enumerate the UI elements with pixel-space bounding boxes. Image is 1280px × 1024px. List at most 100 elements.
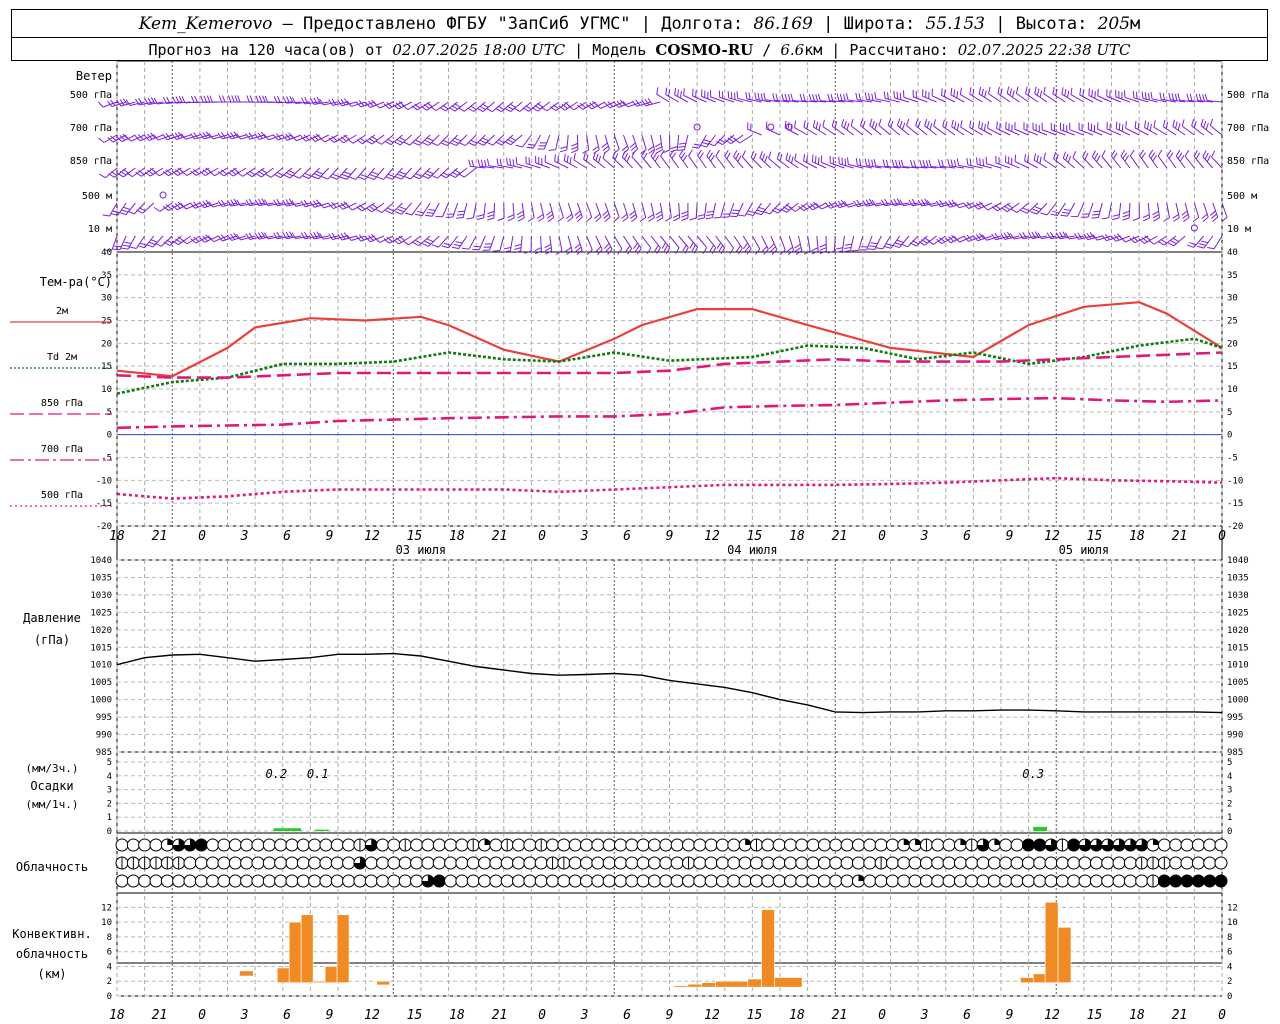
wind-barb-feather <box>1084 153 1089 160</box>
wind-barb <box>504 134 523 146</box>
wind-barb <box>864 92 882 103</box>
cloud-symbol-circle <box>466 856 480 870</box>
temp-ytick-left: -10 <box>96 476 112 486</box>
wind-barb-feather <box>661 242 667 249</box>
wind-barb-feather <box>1009 88 1013 96</box>
cloud-symbol <box>874 874 888 888</box>
wind-barb <box>655 202 664 222</box>
wind-barb-feather <box>1191 119 1195 127</box>
cloud-symbol <box>512 874 526 888</box>
temp-ytick-right: 15 <box>1227 362 1238 372</box>
cloud-symbol-circle <box>863 874 877 888</box>
wind-barb-feather <box>655 142 662 148</box>
cloud-symbol-circle <box>1203 856 1217 870</box>
wind-barb <box>524 235 532 254</box>
wind-barb-feather <box>706 149 712 157</box>
hour-tick-label-top: 3 <box>580 529 589 544</box>
wind-barb-shaft <box>887 124 901 136</box>
wind-barb-feather <box>953 159 957 167</box>
precip-ytick-right: 1 <box>1227 813 1232 823</box>
wind-barb-feather <box>665 87 668 95</box>
wind-barb-feather <box>1184 149 1190 157</box>
wind-barb-feather <box>1175 121 1178 129</box>
wind-barb <box>660 149 670 169</box>
wind-barb-feather <box>402 240 410 246</box>
wind-barb-feather <box>893 90 895 98</box>
cloud-symbol-circle <box>693 856 707 870</box>
hour-tick-label-bottom: 18 <box>1129 1008 1145 1023</box>
cloud-symbol <box>659 838 673 852</box>
wind-barb <box>859 235 873 251</box>
cloud-symbol-circle <box>727 856 741 870</box>
cloud-symbol-circle <box>1067 856 1081 870</box>
wind-barb-feather <box>396 139 404 144</box>
wind-barb-shaft <box>860 125 873 136</box>
cloud-symbol <box>478 838 492 852</box>
cloud-symbol <box>1089 874 1103 888</box>
conv-title-2: облачность <box>16 947 88 961</box>
wind-barb-shaft <box>1175 155 1186 169</box>
cloud-symbol <box>625 874 639 888</box>
cloud-symbol-circle <box>512 838 526 852</box>
cloud-symbol <box>262 856 276 870</box>
wind-barb-feather <box>1121 124 1124 132</box>
wind-barb-feather <box>1209 118 1214 126</box>
wind-barb-feather <box>154 242 162 247</box>
wind-barb-feather <box>818 123 821 131</box>
wind-barb-shaft <box>558 202 564 218</box>
wind-barb-feather <box>682 244 687 252</box>
cloud-symbol <box>840 874 854 888</box>
cloud-symbol <box>1089 838 1103 852</box>
cloud-symbol <box>897 856 911 870</box>
cloud-symbol-circle <box>704 874 718 888</box>
hour-tick-label-bottom: 0 <box>538 1008 546 1023</box>
cloud-symbol-full <box>1203 875 1216 887</box>
wind-barb-feather <box>595 216 602 223</box>
cloud-symbol <box>1010 838 1024 852</box>
wind-barb-feather <box>469 105 477 110</box>
wind-barb-feather <box>368 137 375 143</box>
temp-legend-label: Td 2м <box>47 352 77 363</box>
wind-barb <box>594 202 602 223</box>
wind-barb-feather <box>709 244 715 252</box>
wind-barb-feather <box>1070 87 1073 95</box>
wind-barb-feather <box>369 174 377 178</box>
wind-barb-shaft <box>595 235 603 250</box>
cloud-symbol-circle <box>840 838 854 852</box>
pressure-ytick-left: 1010 <box>90 661 112 671</box>
wind-barb-feather <box>526 146 534 149</box>
cloud-symbol-circle <box>534 874 548 888</box>
wind-barb-feather <box>365 139 373 145</box>
wind-barb-feather <box>883 91 886 99</box>
cloud-symbol-circle <box>840 874 854 888</box>
wind-barb-feather <box>166 239 173 244</box>
wind-barb <box>941 88 956 103</box>
cloud-symbol-circle <box>942 856 956 870</box>
pressure-ytick-right: 995 <box>1227 713 1243 723</box>
wind-barb-feather <box>735 152 740 160</box>
wind-barb-feather <box>1101 150 1106 157</box>
wind-barb-shaft <box>720 202 726 218</box>
wind-barb <box>282 231 302 240</box>
cloud-symbol-circle <box>546 874 560 888</box>
wind-barb-feather <box>987 121 989 129</box>
wind-barb-feather <box>1065 153 1069 161</box>
wind-barb-feather <box>874 122 878 130</box>
wind-barb-feather <box>647 145 654 151</box>
cloud-symbol-circle <box>795 838 809 852</box>
wind-barb-feather <box>1197 245 1205 249</box>
wind-barb-feather <box>928 159 932 167</box>
wind-barb-feather <box>1207 246 1215 250</box>
cloud-symbol <box>670 856 684 870</box>
cloud-symbol <box>342 838 356 852</box>
hour-tick-label-bottom: 0 <box>1218 1008 1226 1023</box>
cloud-symbol-circle <box>240 838 254 852</box>
wind-barb-feather <box>544 247 552 252</box>
wind-barb-feather <box>886 243 894 247</box>
cloud-symbol <box>206 874 220 888</box>
wind-barb <box>1050 202 1066 217</box>
cloud-symbol-circle <box>262 874 276 888</box>
cloud-symbol-circle <box>568 874 582 888</box>
cloud-symbol-circle <box>126 838 140 852</box>
cloud-symbol-circle <box>376 874 390 888</box>
